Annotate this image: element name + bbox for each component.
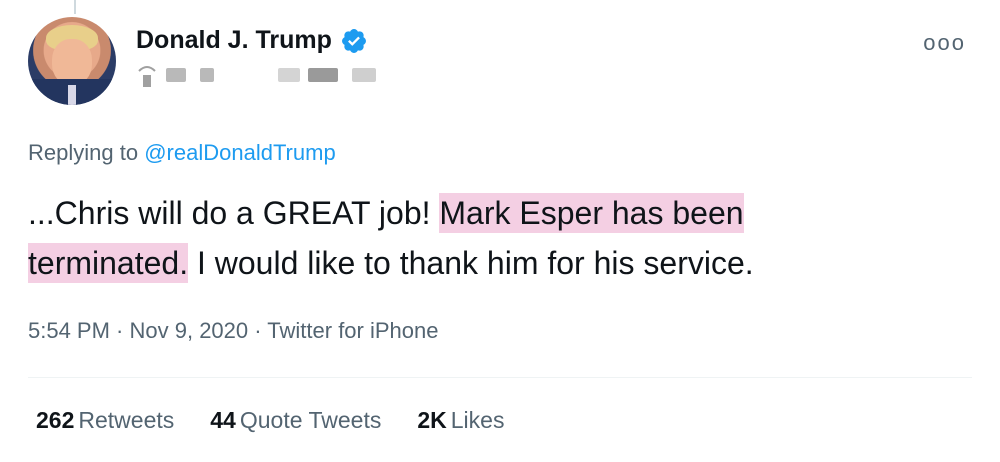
redacted-block <box>352 68 376 82</box>
meta-separator: · <box>248 318 268 343</box>
tweet-source[interactable]: Twitter for iPhone <box>267 318 438 343</box>
redacted-block <box>166 68 186 82</box>
replying-to-label: Replying to <box>28 140 139 165</box>
likes-count: 2K <box>417 407 447 433</box>
likes-stat[interactable]: 2K Likes <box>417 407 504 434</box>
quote-tweets-count: 44 <box>210 407 236 433</box>
reply-mention-link[interactable]: @realDonaldTrump <box>144 140 335 165</box>
verified-badge-icon <box>341 28 366 53</box>
author-display-name[interactable]: Donald J. Trump <box>136 26 332 55</box>
tweet-text-part2: I would like to thank him for his servic… <box>188 245 754 281</box>
tweet-highlight-1: Mark Esper has been <box>439 193 744 233</box>
tweet-stats: 262 Retweets 44 Quote Tweets 2K Likes <box>36 407 504 434</box>
retweets-count: 262 <box>36 407 75 433</box>
redacted-block <box>278 68 300 82</box>
replying-to: Replying to @realDonaldTrump <box>28 140 336 166</box>
redacted-glyph-icon <box>138 66 156 87</box>
meta-separator: · <box>109 318 130 343</box>
quote-tweets-label: Quote Tweets <box>239 407 382 433</box>
author-handle-redacted <box>136 62 376 88</box>
thread-connector-line <box>74 0 76 14</box>
tweet-text-part1: ...Chris will do a GREAT job! <box>28 195 440 231</box>
tweet-date[interactable]: Nov 9, 2020 <box>130 318 249 343</box>
tweet-time[interactable]: 5:54 PM <box>28 318 110 343</box>
more-options-icon[interactable]: ooo <box>923 30 966 56</box>
quote-tweets-stat[interactable]: 44 Quote Tweets <box>210 407 381 434</box>
redacted-block <box>308 68 338 82</box>
tweet-highlight-2: terminated. <box>28 243 189 283</box>
avatar[interactable] <box>28 17 116 105</box>
retweets-stat[interactable]: 262 Retweets <box>36 407 174 434</box>
tweet-text: ...Chris will do a GREAT job! Mark Esper… <box>28 188 968 288</box>
author-name-row[interactable]: Donald J. Trump <box>136 26 368 55</box>
redacted-block <box>200 68 214 82</box>
tweet-metadata: 5:54 PM · Nov 9, 2020 · Twitter for iPho… <box>28 318 438 344</box>
retweets-label: Retweets <box>78 407 175 433</box>
likes-label: Likes <box>450 407 505 433</box>
avatar-tie <box>68 85 76 105</box>
divider <box>28 377 972 378</box>
